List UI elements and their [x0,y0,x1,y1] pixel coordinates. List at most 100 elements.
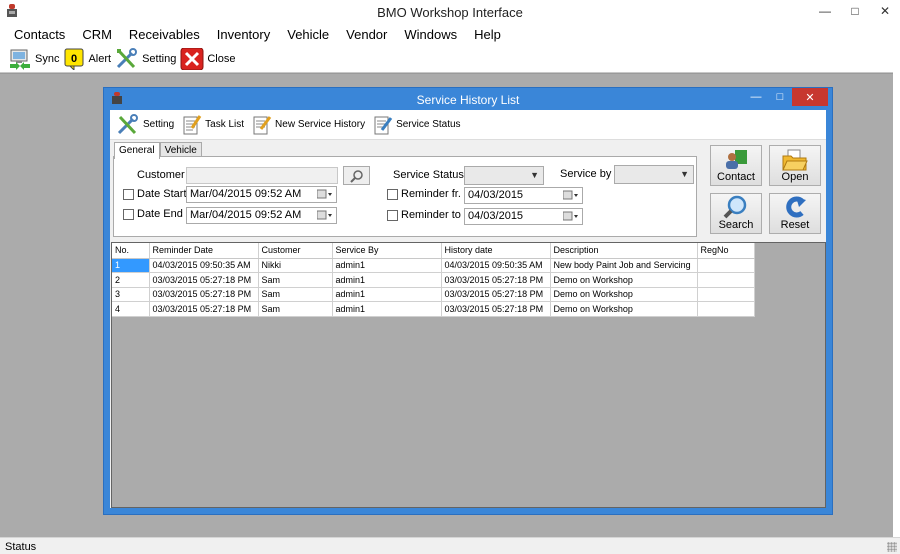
service-by-dropdown[interactable]: ▼ [614,165,694,184]
cell-customer[interactable]: Nikki [258,258,333,273]
cell-description[interactable]: Demo on Workshop [550,272,698,288]
column-header-history-date[interactable]: History date [441,243,551,259]
alert-button[interactable]: 0 Alert [63,48,111,70]
cell-history-date[interactable]: 03/03/2015 05:27:18 PM [441,272,551,288]
service-status-label: Service Status [396,119,461,130]
close-window-icon[interactable]: ✕ [870,0,900,22]
reminder-from-checkbox[interactable] [387,189,398,200]
menu-contacts[interactable]: Contacts [6,24,74,45]
new-service-history-button[interactable]: New Service History [252,114,365,136]
cell-service-by[interactable]: admin1 [332,301,442,317]
cell-regno[interactable] [697,258,755,273]
column-header-regno[interactable]: RegNo [697,243,755,259]
child-setting-label: Setting [143,119,175,130]
column-header-description[interactable]: Description [550,243,698,259]
sync-label: Sync [35,52,60,65]
cell-customer[interactable]: Sam [258,272,333,288]
cell-no[interactable]: 4 [112,301,150,317]
reminder-to-picker[interactable]: 04/03/2015 [464,208,583,225]
column-header-customer[interactable]: Customer [258,243,333,259]
reminder-from-picker[interactable]: 04/03/2015 [464,187,583,204]
cell-customer[interactable]: Sam [258,301,333,317]
cell-no[interactable]: 1 [112,258,150,273]
menu-crm[interactable]: CRM [74,24,121,45]
contact-button[interactable]: Contact [710,145,762,186]
close-button[interactable]: Close [180,47,235,70]
menu-vehicle[interactable]: Vehicle [279,24,338,45]
reminder-to-label: Reminder to [401,209,461,221]
service-status-dropdown[interactable]: ▼ [464,166,544,185]
cell-reminder-date[interactable]: 03/03/2015 05:27:18 PM [149,301,259,317]
cell-description[interactable]: Demo on Workshop [550,301,698,317]
service-by-label: Service by [560,168,612,180]
cell-reminder-date[interactable]: 04/03/2015 09:50:35 AM [149,258,259,273]
menu-help[interactable]: Help [466,24,510,45]
cell-no[interactable]: 3 [112,287,150,302]
child-close-icon[interactable]: ✕ [792,88,828,106]
app-titlebar: BMO Workshop Interface — □ ✕ [0,0,900,24]
cell-reminder-date[interactable]: 03/03/2015 05:27:18 PM [149,287,259,302]
customer-search-button[interactable] [343,166,370,185]
search-icon [723,195,747,219]
menu-receivables[interactable]: Receivables [121,24,209,45]
cell-history-date[interactable]: 03/03/2015 05:27:18 PM [441,287,551,302]
reminder-to-checkbox[interactable] [387,210,398,221]
cell-service-by[interactable]: admin1 [332,272,442,288]
date-start-picker[interactable]: Mar/04/2015 09:52 AM [186,186,337,203]
cell-history-date[interactable]: 03/03/2015 05:27:18 PM [441,301,551,317]
child-setting-button[interactable]: Setting [116,113,175,136]
cell-description[interactable]: New body Paint Job and Servicing [550,258,698,273]
status-document-icon [374,116,393,134]
customer-field[interactable] [186,167,338,184]
table-row[interactable]: 2 03/03/2015 05:27:18 PM Sam admin1 03/0… [112,272,755,288]
task-list-button[interactable]: Task List [182,114,244,136]
status-text: Status [5,541,37,553]
maximize-icon[interactable]: □ [840,0,870,22]
minimize-icon[interactable]: — [810,0,840,22]
filter-panel: Customer Date Start Mar/04/2015 09:52 AM… [113,156,697,237]
open-button[interactable]: Open [769,145,821,186]
sync-button[interactable]: Sync [8,48,59,70]
cell-description[interactable]: Demo on Workshop [550,287,698,302]
service-status-button[interactable]: Service Status [373,114,461,136]
calendar-dropdown-icon[interactable] [317,189,333,200]
cell-service-by[interactable]: admin1 [332,258,442,273]
workspace-edge [893,73,900,537]
menu-vendor[interactable]: Vendor [338,24,396,45]
child-minimize-icon[interactable]: — [744,88,768,106]
resize-grip-icon[interactable] [887,542,897,552]
new-service-history-label: New Service History [275,119,366,130]
setting-button[interactable]: Setting [115,47,176,70]
cell-regno[interactable] [697,272,755,288]
cell-regno[interactable] [697,301,755,317]
cell-regno[interactable] [697,287,755,302]
tab-general[interactable]: General [114,142,160,159]
alert-label: Alert [88,52,112,65]
child-toolbar: Setting Task List New Service History Se… [110,110,826,140]
cell-customer[interactable]: Sam [258,287,333,302]
date-start-checkbox[interactable] [123,189,134,200]
menu-inventory[interactable]: Inventory [209,24,279,45]
column-header-service-by[interactable]: Service By [332,243,442,259]
reset-button[interactable]: Reset [769,193,821,234]
calendar-dropdown-icon[interactable] [563,211,579,222]
child-maximize-icon[interactable]: □ [768,88,792,106]
date-end-label: Date End [137,208,183,220]
table-row[interactable]: 4 03/03/2015 05:27:18 PM Sam admin1 03/0… [112,301,755,317]
calendar-dropdown-icon[interactable] [563,190,579,201]
column-header-reminder-date[interactable]: Reminder Date [149,243,259,259]
child-window-controls: — □ ✕ [744,88,828,106]
column-header-no[interactable]: No. [112,243,150,259]
table-row[interactable]: 1 04/03/2015 09:50:35 AM Nikki admin1 04… [112,258,755,273]
search-button[interactable]: Search [710,193,762,234]
cell-service-by[interactable]: admin1 [332,287,442,302]
date-end-picker[interactable]: Mar/04/2015 09:52 AM [186,207,337,224]
date-end-checkbox[interactable] [123,209,134,220]
customer-label: Customer [137,169,185,181]
cell-no[interactable]: 2 [112,272,150,288]
cell-history-date[interactable]: 04/03/2015 09:50:35 AM [441,258,551,273]
menu-windows[interactable]: Windows [396,24,466,45]
calendar-dropdown-icon[interactable] [317,210,333,221]
table-row[interactable]: 3 03/03/2015 05:27:18 PM Sam admin1 03/0… [112,287,755,302]
cell-reminder-date[interactable]: 03/03/2015 05:27:18 PM [149,272,259,288]
